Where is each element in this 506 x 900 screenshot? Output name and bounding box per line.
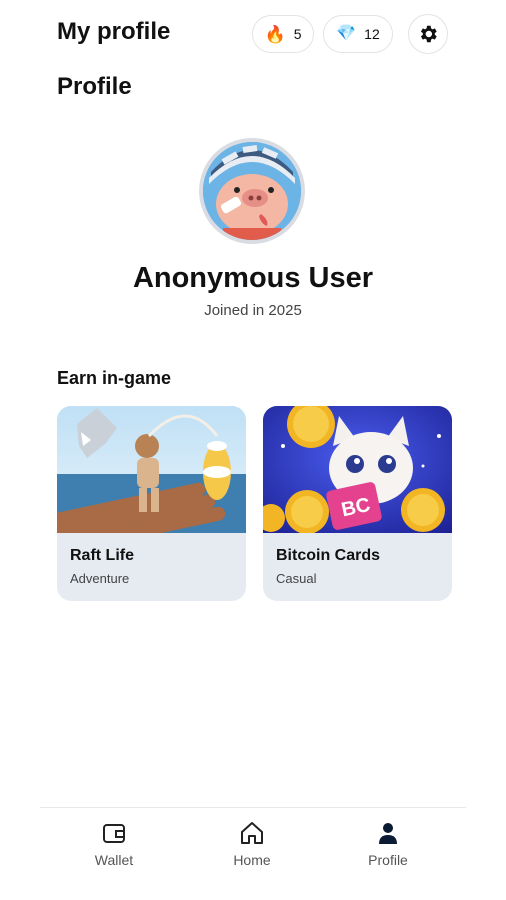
diamond-icon: 💎 <box>336 25 357 42</box>
joined-date: Joined in 2025 <box>204 302 302 319</box>
wallet-icon <box>103 824 125 843</box>
nav-profile-label: Profile <box>368 852 408 868</box>
game-genre: Casual <box>276 571 317 586</box>
earn-section-title: Earn in-game <box>57 368 172 388</box>
profile-section-title: Profile <box>57 73 132 100</box>
home-icon <box>241 822 263 844</box>
gear-icon <box>420 25 437 43</box>
streak-badge[interactable]: 🔥 5 <box>252 15 314 53</box>
nav-wallet[interactable]: Wallet <box>64 820 164 868</box>
page-title: My profile <box>57 18 171 45</box>
game-card-bitcoin-cards[interactable]: BC Bitcoin Cards Casual <box>263 406 452 601</box>
nav-home[interactable]: Home <box>202 820 302 868</box>
user-icon <box>379 823 397 844</box>
user-name: Anonymous User <box>132 262 374 294</box>
streak-count: 5 <box>293 26 302 42</box>
avatar[interactable] <box>199 138 305 244</box>
pig-avatar-image <box>203 142 301 240</box>
settings-button[interactable] <box>408 14 448 54</box>
nav-home-label: Home <box>233 852 271 868</box>
gem-count: 12 <box>364 26 380 42</box>
nav-wallet-label: Wallet <box>94 852 134 868</box>
nav-profile[interactable]: Profile <box>338 820 438 868</box>
gems-badge[interactable]: 💎 12 <box>323 15 393 53</box>
bitcoin-cards-thumbnail: BC <box>263 406 452 533</box>
game-card-raft-life[interactable]: Raft Life Adventure <box>57 406 246 601</box>
bottom-nav-divider <box>40 807 466 808</box>
game-name: Raft Life <box>70 547 134 564</box>
game-genre: Adventure <box>70 571 130 586</box>
fire-icon: 🔥 <box>264 24 286 44</box>
game-name: Bitcoin Cards <box>276 547 381 564</box>
raft-life-thumbnail <box>57 406 246 533</box>
